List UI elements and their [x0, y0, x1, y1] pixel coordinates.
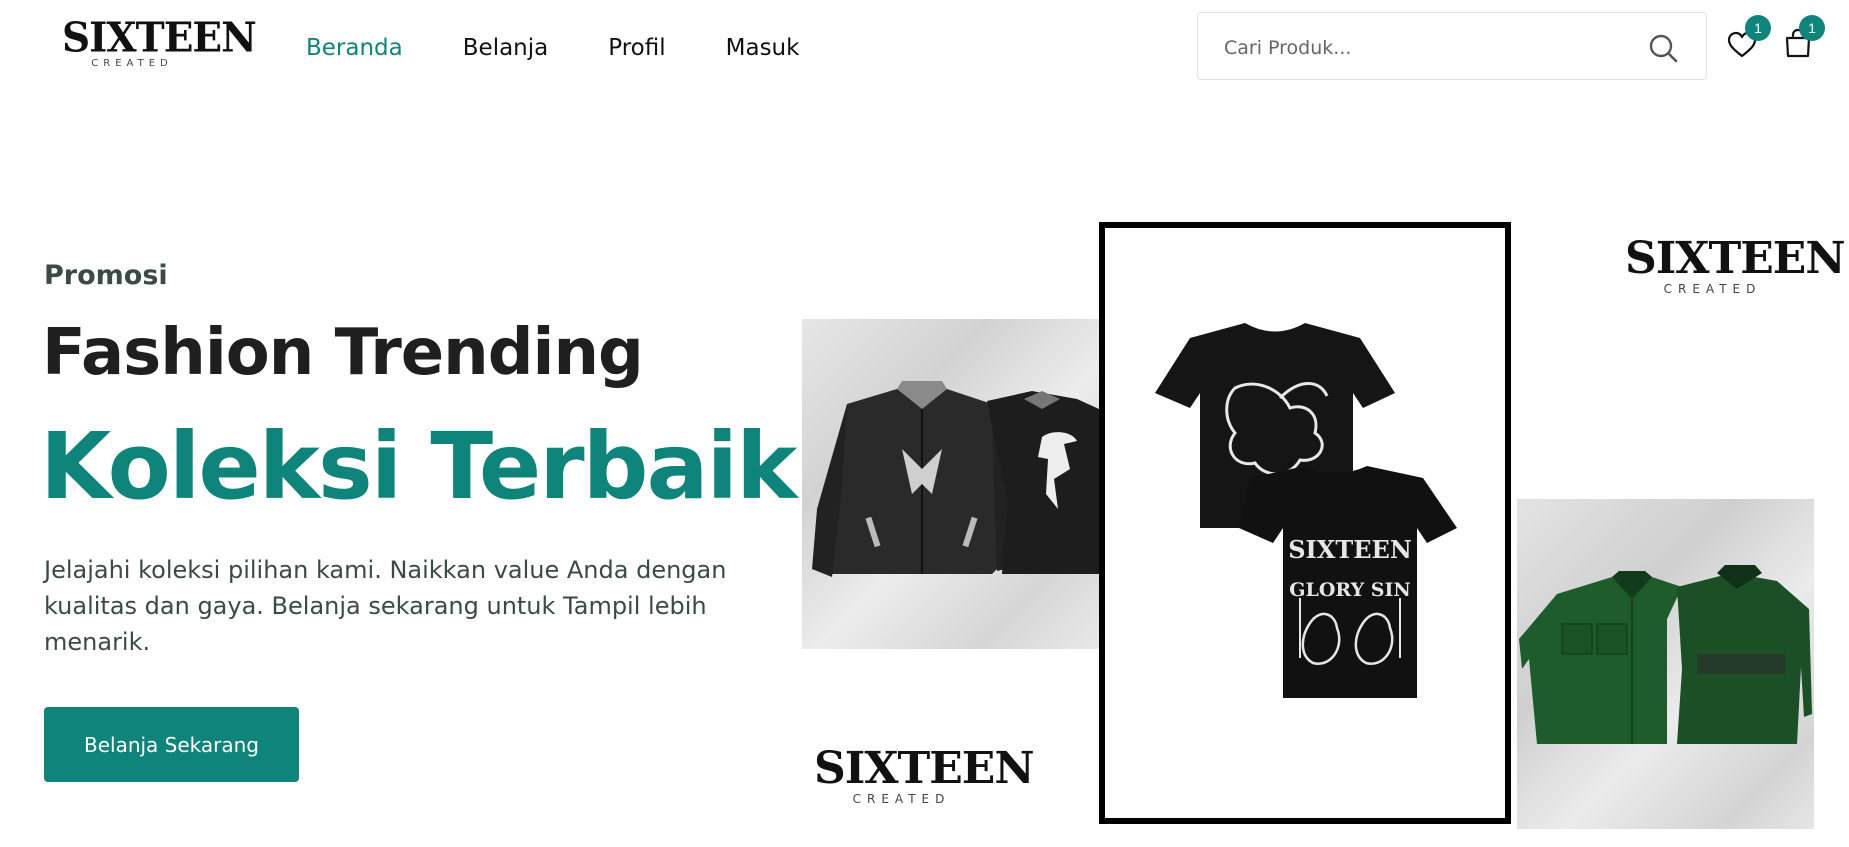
brand-logo-tile-bottom-wordmark: SIXTEEN	[814, 743, 1035, 794]
brand-logo-tile-bottom-subtitle: CREATED	[852, 792, 951, 806]
search-icon[interactable]	[1648, 33, 1678, 63]
search-box	[1197, 12, 1707, 80]
hero-eyebrow: Promosi	[44, 260, 168, 291]
shirt-illustration	[1519, 565, 1812, 744]
shirt-product-image[interactable]	[1517, 499, 1814, 829]
shop-now-button[interactable]: Belanja Sekarang	[44, 707, 299, 782]
nav-item-beranda[interactable]: Beranda	[306, 30, 403, 66]
brand-logo-tile-bottom: SIXTEEN CREATED	[814, 743, 1035, 807]
site-header: SIXTEEN CREATED Beranda Belanja Profil M…	[0, 0, 1849, 95]
cart-count-badge: 1	[1799, 15, 1825, 41]
brand-logo[interactable]: SIXTEEN CREATED	[62, 13, 257, 78]
tshirt-print-top: SIXTEEN	[1288, 535, 1412, 564]
jacket-product-image[interactable]	[802, 319, 1099, 649]
brand-logo-tile-top-subtitle: CREATED	[1663, 282, 1762, 296]
search-input[interactable]	[1222, 27, 1626, 69]
nav-item-profil[interactable]: Profil	[608, 30, 665, 66]
main-nav: Beranda Belanja Profil Masuk	[306, 30, 859, 66]
nav-item-belanja[interactable]: Belanja	[463, 30, 548, 66]
hero-highlight: Koleksi Terbaik	[40, 413, 797, 520]
hero-description: Jelajahi koleksi pilihan kami. Naikkan v…	[44, 556, 727, 656]
hero-title: Fashion Trending	[42, 316, 644, 390]
brand-logo-tile-top: SIXTEEN CREATED	[1625, 233, 1846, 297]
brand-logo-wordmark: SIXTEEN	[62, 13, 257, 63]
wishlist-count-badge: 1	[1745, 15, 1771, 41]
brand-logo-tile-top-wordmark: SIXTEEN	[1625, 233, 1846, 284]
jacket-illustration	[812, 381, 1099, 577]
nav-item-masuk[interactable]: Masuk	[726, 30, 800, 66]
tshirt-illustration: SIXTEEN GLORY SIN	[1155, 323, 1457, 698]
tshirt-product-image[interactable]: SIXTEEN GLORY SIN	[1099, 222, 1511, 824]
tshirt-print-bottom: GLORY SIN	[1289, 579, 1411, 601]
